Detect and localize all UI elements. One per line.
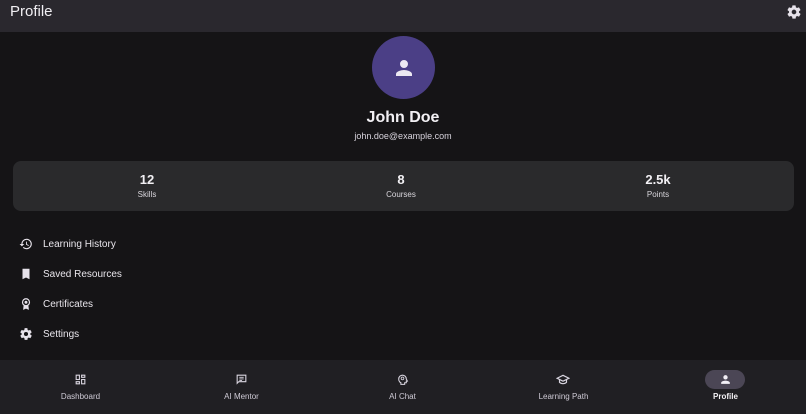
nav-item-ai-mentor[interactable]: AI Mentor	[161, 360, 322, 414]
avatar[interactable]	[372, 36, 435, 99]
stats-card: 12 Skills 8 Courses 2.5k Points	[13, 161, 794, 211]
menu-item-label: Settings	[43, 328, 80, 340]
nav-label: AI Chat	[389, 392, 416, 401]
person-icon	[705, 370, 745, 389]
stat-label: Skills	[137, 190, 157, 199]
stat-label: Courses	[386, 190, 416, 199]
menu-item-label: Saved Resources	[43, 268, 122, 280]
gear-icon	[18, 326, 34, 342]
menu-item-learning-history[interactable]: Learning History	[18, 233, 318, 255]
nav-item-ai-chat[interactable]: AI Chat	[322, 360, 483, 414]
profile-name: John Doe	[366, 109, 440, 126]
history-icon	[18, 236, 34, 252]
menu-item-certificates[interactable]: Certificates	[18, 293, 318, 315]
nav-item-learning-path[interactable]: Learning Path	[483, 360, 644, 414]
nav-label: Learning Path	[538, 392, 589, 401]
menu-item-settings[interactable]: Settings	[18, 323, 318, 345]
graduation-cap-icon	[543, 370, 583, 389]
stat-courses: 8 Courses	[321, 172, 481, 199]
stat-value: 8	[397, 172, 405, 187]
dashboard-icon	[60, 370, 100, 389]
person-icon	[395, 59, 412, 76]
certificate-icon	[18, 296, 34, 312]
nav-item-profile[interactable]: Profile	[645, 360, 806, 414]
bottom-navigation: Dashboard AI Mentor AI Chat Learning Pat…	[0, 360, 806, 414]
bookmark-icon	[18, 266, 34, 282]
stat-points: 2.5k Points	[578, 172, 738, 199]
nav-label: Dashboard	[60, 392, 101, 401]
menu-item-label: Certificates	[43, 298, 94, 310]
profile-email: john.doe@example.com	[354, 131, 452, 141]
stat-value: 2.5k	[645, 172, 671, 187]
nav-label: Profile	[713, 392, 738, 401]
chat-bubble-icon	[221, 370, 261, 389]
menu-item-label: Learning History	[43, 238, 116, 250]
stat-value: 12	[139, 172, 155, 187]
gear-icon[interactable]	[786, 4, 802, 20]
head-lightbulb-icon	[382, 370, 422, 389]
menu-item-saved-resources[interactable]: Saved Resources	[18, 263, 318, 285]
nav-item-dashboard[interactable]: Dashboard	[0, 360, 161, 414]
stat-skills: 12 Skills	[67, 172, 227, 199]
page-title: Profile	[10, 3, 53, 20]
app-bar: Profile	[0, 0, 806, 32]
nav-label: AI Mentor	[224, 392, 259, 401]
stat-label: Points	[646, 190, 670, 199]
